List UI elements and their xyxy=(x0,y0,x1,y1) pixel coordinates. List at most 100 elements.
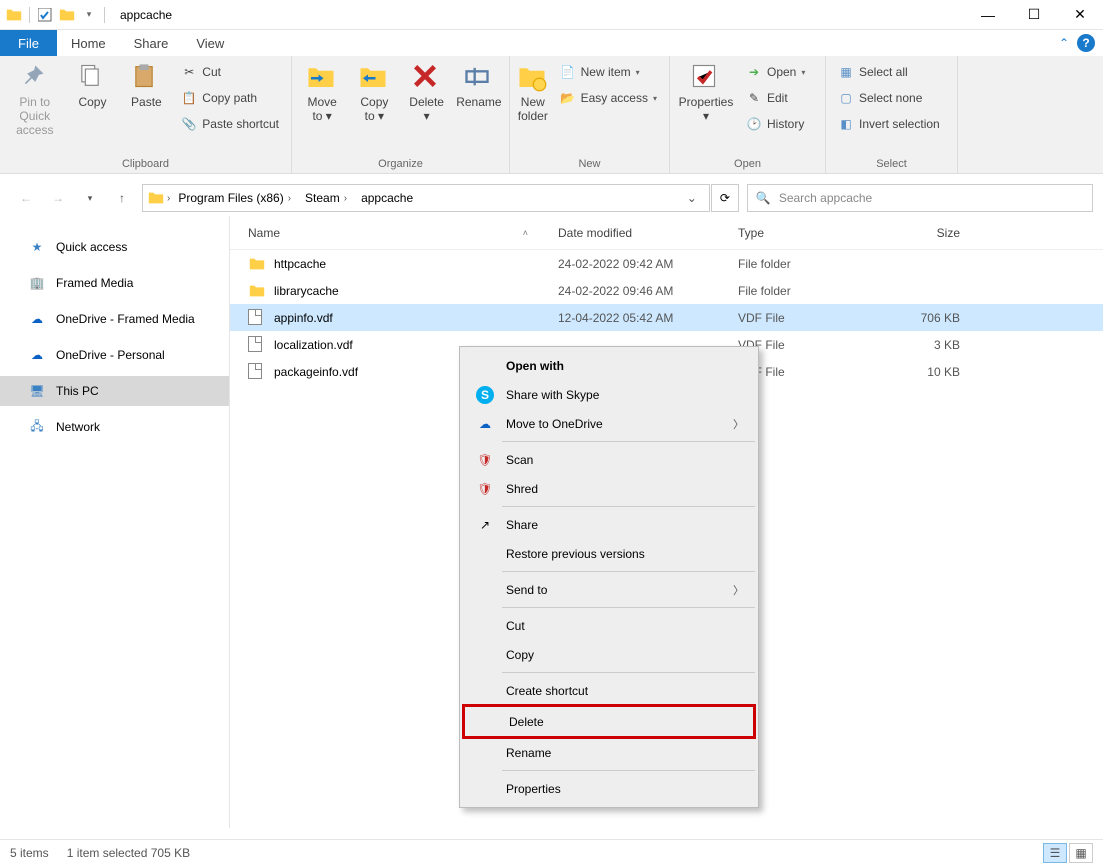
new-folder-button[interactable]: New folder xyxy=(516,58,550,124)
delete-button[interactable]: Delete ▾ xyxy=(403,58,451,124)
cut-button[interactable]: ✂Cut xyxy=(175,60,285,84)
sidebar-item-quick-access[interactable]: ★ Quick access xyxy=(0,232,229,262)
status-bar: 5 items 1 item selected 705 KB ☰ ▦ xyxy=(0,839,1103,865)
ctx-open-with[interactable]: Open with xyxy=(462,351,756,380)
file-name: librarycache xyxy=(274,284,558,298)
scissors-icon: ✂ xyxy=(181,64,197,80)
file-icon xyxy=(248,336,266,354)
help-icon[interactable]: ? xyxy=(1077,34,1095,52)
move-to-button[interactable]: Move to ▾ xyxy=(298,58,346,124)
back-button[interactable]: ← xyxy=(14,186,38,210)
checkbox-icon[interactable] xyxy=(35,5,55,25)
ribbon: Pin to Quick access Copy Paste ✂Cut 📋Cop… xyxy=(0,56,1103,174)
column-headers[interactable]: Name˄ Date modified Type Size xyxy=(230,216,1103,250)
tab-view[interactable]: View xyxy=(182,30,238,56)
ctx-move-onedrive[interactable]: ☁Move to OneDrive〉 xyxy=(462,409,756,438)
forward-button[interactable]: → xyxy=(46,186,70,210)
network-icon: 🖧 xyxy=(28,418,46,436)
file-name: httpcache xyxy=(274,257,558,271)
ctx-cut[interactable]: Cut xyxy=(462,611,756,640)
recent-dropdown[interactable]: ▾ xyxy=(78,186,102,210)
sidebar-item-this-pc[interactable]: 🖥 This PC xyxy=(0,376,229,406)
address-bar[interactable]: › Program Files (x86)› Steam› appcache ⌄ xyxy=(142,184,710,212)
close-button[interactable]: ✕ xyxy=(1057,0,1103,30)
rename-button[interactable]: Rename xyxy=(455,58,503,110)
new-folder-icon xyxy=(517,62,549,94)
shield-icon: 🛡 xyxy=(476,451,494,469)
copy-to-icon xyxy=(358,62,390,94)
file-icon xyxy=(248,363,266,381)
open-button[interactable]: ➔Open xyxy=(740,60,811,84)
ctx-send-to[interactable]: Send to〉 xyxy=(462,575,756,604)
new-item-button[interactable]: 📄New item xyxy=(554,60,663,84)
tab-share[interactable]: Share xyxy=(120,30,183,56)
building-icon: 🏢 xyxy=(28,274,46,292)
delete-x-icon xyxy=(411,62,443,94)
collapse-ribbon-icon[interactable]: ⌃ xyxy=(1059,36,1069,50)
copy-path-button[interactable]: 📋Copy path xyxy=(175,86,285,110)
details-view-button[interactable]: ☰ xyxy=(1043,843,1067,863)
cloud-icon: ☁ xyxy=(28,310,46,328)
sidebar-item-network[interactable]: 🖧 Network xyxy=(0,412,229,442)
file-row[interactable]: httpcache24-02-2022 09:42 AMFile folder xyxy=(230,250,1103,277)
file-type: VDF File xyxy=(738,338,888,352)
ctx-scan[interactable]: 🛡Scan xyxy=(462,445,756,474)
ctx-shred[interactable]: 🛡Shred xyxy=(462,474,756,503)
search-input[interactable]: 🔍 Search appcache xyxy=(747,184,1093,212)
edit-button[interactable]: ✎Edit xyxy=(740,86,811,110)
paste-icon xyxy=(130,62,162,94)
window-title: appcache xyxy=(120,8,172,22)
maximize-button[interactable]: ☐ xyxy=(1011,0,1057,30)
tab-home[interactable]: Home xyxy=(57,30,120,56)
pc-icon: 🖥 xyxy=(28,382,46,400)
file-size: 10 KB xyxy=(888,365,978,379)
paste-shortcut-button[interactable]: 📎Paste shortcut xyxy=(175,112,285,136)
file-row[interactable]: appinfo.vdf12-04-2022 05:42 AMVDF File70… xyxy=(230,304,1103,331)
history-icon: 🕑 xyxy=(746,116,762,132)
tab-file[interactable]: File xyxy=(0,30,57,56)
sidebar-item-framed-media[interactable]: 🏢 Framed Media xyxy=(0,268,229,298)
properties-button[interactable]: Properties ▾ xyxy=(676,58,736,124)
breadcrumb-item[interactable]: appcache xyxy=(355,191,419,205)
pin-icon xyxy=(19,62,51,94)
file-row[interactable]: librarycache24-02-2022 09:46 AMFile fold… xyxy=(230,277,1103,304)
history-button[interactable]: 🕑History xyxy=(740,112,811,136)
thumbnails-view-button[interactable]: ▦ xyxy=(1069,843,1093,863)
up-button[interactable]: ↑ xyxy=(110,186,134,210)
address-dropdown[interactable]: ⌄ xyxy=(679,191,705,205)
dropdown-icon[interactable]: ▾ xyxy=(79,5,99,25)
status-selection: 1 item selected 705 KB xyxy=(67,846,190,860)
invert-selection-button[interactable]: ◧Invert selection xyxy=(832,112,946,136)
ctx-restore-versions[interactable]: Restore previous versions xyxy=(462,539,756,568)
ctx-create-shortcut[interactable]: Create shortcut xyxy=(462,676,756,705)
breadcrumb-item[interactable]: Steam› xyxy=(299,191,353,205)
sidebar-item-onedrive-framed[interactable]: ☁ OneDrive - Framed Media xyxy=(0,304,229,334)
paste-shortcut-icon: 📎 xyxy=(181,116,197,132)
group-label: New xyxy=(516,156,663,173)
folder-icon xyxy=(248,282,266,300)
share-icon: ↗ xyxy=(476,516,494,534)
ctx-properties[interactable]: Properties xyxy=(462,774,756,803)
select-all-button[interactable]: ▦Select all xyxy=(832,60,946,84)
paste-button[interactable]: Paste xyxy=(121,58,171,110)
minimize-button[interactable]: — xyxy=(965,0,1011,30)
ctx-delete[interactable]: Delete xyxy=(465,707,753,736)
folder-icon[interactable] xyxy=(57,5,77,25)
ctx-share[interactable]: ↗Share xyxy=(462,510,756,539)
group-label: Open xyxy=(676,156,819,173)
breadcrumb-item[interactable]: Program Files (x86)› xyxy=(172,191,297,205)
copy-to-button[interactable]: Copy to ▾ xyxy=(350,58,398,124)
ctx-share-skype[interactable]: SShare with Skype xyxy=(462,380,756,409)
refresh-button[interactable]: ⟳ xyxy=(711,184,739,212)
select-none-button[interactable]: ▢Select none xyxy=(832,86,946,110)
ctx-rename[interactable]: Rename xyxy=(462,738,756,767)
move-to-icon xyxy=(306,62,338,94)
file-size: 706 KB xyxy=(888,311,978,325)
select-none-icon: ▢ xyxy=(838,90,854,106)
ctx-copy[interactable]: Copy xyxy=(462,640,756,669)
sidebar-item-onedrive-personal[interactable]: ☁ OneDrive - Personal xyxy=(0,340,229,370)
file-type: File folder xyxy=(738,284,888,298)
copy-button[interactable]: Copy xyxy=(68,58,118,110)
pin-quick-access-button[interactable]: Pin to Quick access xyxy=(6,58,64,137)
easy-access-button[interactable]: 📂Easy access xyxy=(554,86,663,110)
